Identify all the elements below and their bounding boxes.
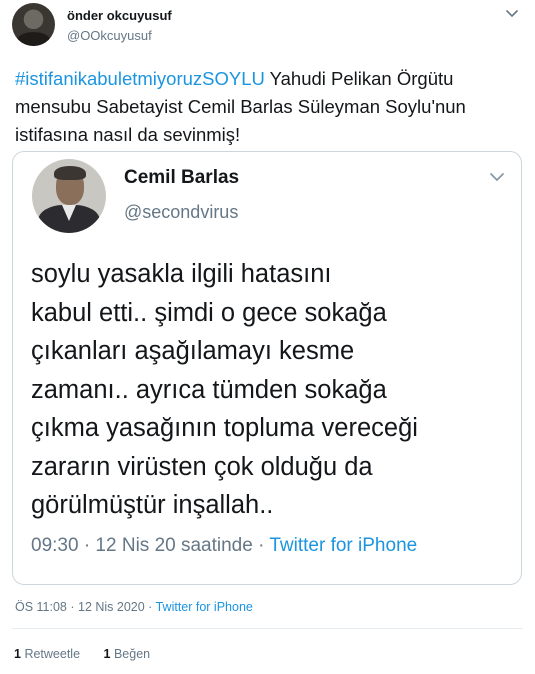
quoted-author-handle: @secondvirus xyxy=(124,202,239,222)
like-stat[interactable]: 1 Beğen xyxy=(104,647,151,661)
avatar-shoulders xyxy=(16,32,51,46)
hashtag-link[interactable]: #istifanikabuletmiyoruzSOYLU xyxy=(15,68,265,89)
chevron-down-icon xyxy=(490,173,504,182)
tweet-stats: 1 Retweetle 1 Beğen xyxy=(14,647,170,661)
author-handle[interactable]: @OOkcuyusuf xyxy=(67,28,152,43)
like-count: 1 xyxy=(103,647,111,661)
retweet-stat[interactable]: 1 Retweetle xyxy=(14,647,80,661)
avatar-hair xyxy=(54,166,86,180)
quoted-avatar[interactable] xyxy=(32,159,106,233)
timestamp-text[interactable]: ÖS 11:08 · 12 Nis 2020 · xyxy=(15,600,156,614)
author-name[interactable]: önder okcuyusuf xyxy=(67,8,172,23)
retweet-label: Retweetle xyxy=(24,647,81,661)
retweet-count: 1 xyxy=(14,647,21,661)
quoted-author-name: Cemil Barlas xyxy=(124,167,240,188)
quoted-tweet-card[interactable]: Cemil Barlas @secondvirus soylu yasakla … xyxy=(12,151,522,585)
quoted-tweet-text: soylu yasakla ilgili hatasını kabul etti… xyxy=(31,260,418,519)
chevron-down-icon[interactable] xyxy=(505,9,519,19)
author-avatar[interactable] xyxy=(12,3,55,46)
quoted-timestamp: 09:30 · 12 Nis 20 saatinde · xyxy=(31,535,270,556)
tweet-timestamp: ÖS 11:08 · 12 Nis 2020 · Twitter for iPh… xyxy=(15,600,253,614)
source-link[interactable]: Twitter for iPhone xyxy=(156,600,253,614)
tweet-text: #istifanikabuletmiyoruzSOYLU Yahudi Peli… xyxy=(15,65,520,149)
like-label: Beğen xyxy=(113,647,151,661)
quoted-tweet-meta: 09:30 · 12 Nis 20 saatinde · Twitter for… xyxy=(31,535,417,557)
quoted-source-link: Twitter for iPhone xyxy=(269,535,418,556)
divider xyxy=(12,628,523,629)
